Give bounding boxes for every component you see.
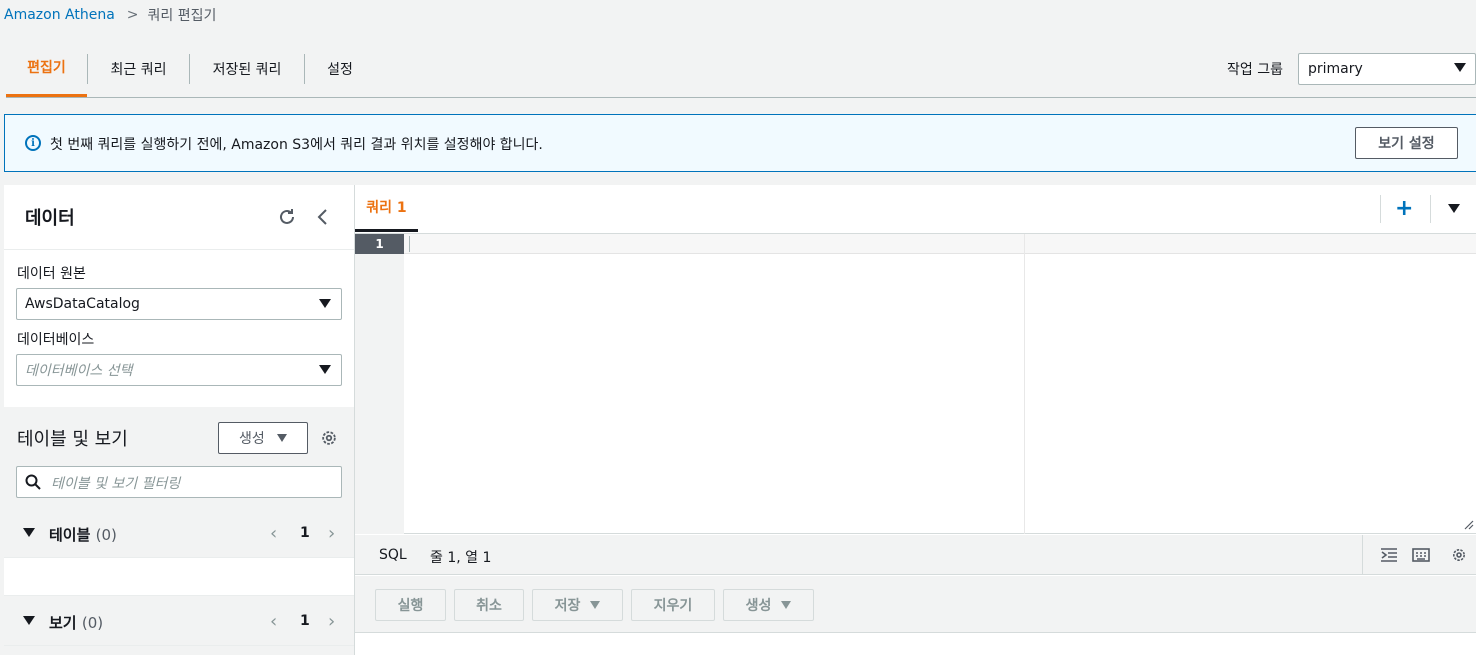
chevron-left-icon[interactable]: ‹: [270, 523, 277, 544]
views-group-header[interactable]: 보기 (0) ‹ 1 ›: [4, 596, 354, 646]
page-number: 1: [300, 613, 310, 629]
info-flashbar: i 첫 번째 쿼리를 실행하기 전에, Amazon S3에서 쿼리 결과 위치…: [4, 114, 1476, 172]
run-button[interactable]: 실행: [375, 589, 446, 621]
caret-down-icon: [1454, 63, 1466, 72]
caret-down-icon: [319, 299, 331, 308]
line-number: 1: [355, 234, 404, 254]
flash-message: 첫 번째 쿼리를 실행하기 전에, Amazon S3에서 쿼리 결과 위치를 …: [50, 137, 543, 153]
create-label: 생성: [239, 431, 265, 447]
cancel-button[interactable]: 취소: [454, 589, 524, 621]
create-button[interactable]: 생성: [723, 589, 814, 621]
table-filter-input[interactable]: 테이블 및 보기 필터링: [16, 466, 342, 498]
print-margin: [1024, 234, 1025, 534]
data-source-label: 데이터 원본: [17, 266, 86, 282]
results-area: [355, 634, 1476, 655]
workgroup-value: primary: [1308, 61, 1363, 77]
data-source-value: AwsDataCatalog: [25, 296, 140, 312]
breadcrumb-athena-link[interactable]: Amazon Athena: [4, 7, 115, 23]
query-actions: 실행 취소 저장 지우기 생성: [355, 576, 1476, 633]
cursor-position: 줄 1, 열 1: [430, 550, 492, 566]
tab-settings[interactable]: 설정: [305, 40, 375, 97]
gear-icon[interactable]: [1450, 547, 1468, 563]
text-cursor: [409, 236, 410, 252]
caret-down-icon: [23, 616, 35, 625]
sql-code-editor[interactable]: 1: [355, 234, 1476, 534]
caret-down-icon: [781, 601, 792, 609]
caret-down-icon[interactable]: [1448, 204, 1460, 213]
database-placeholder: 데이터베이스 선택: [25, 363, 133, 379]
tab-query-1[interactable]: 쿼리 1: [355, 185, 418, 232]
tables-views-title: 테이블 및 보기: [17, 429, 128, 450]
chevron-right-icon: >: [126, 7, 139, 23]
refresh-icon[interactable]: [277, 207, 297, 227]
chevron-left-icon[interactable]: ‹: [270, 611, 277, 632]
tab-saved-queries[interactable]: 저장된 쿼리: [190, 40, 304, 97]
tab-editor[interactable]: 편집기: [6, 40, 87, 97]
info-icon: i: [25, 135, 41, 151]
editor-language: SQL: [379, 547, 407, 563]
line-gutter: [355, 234, 404, 534]
database-label: 데이터베이스: [17, 332, 95, 348]
filter-placeholder: 테이블 및 보기 필터링: [51, 476, 181, 492]
query-editor-panel: 쿼리 1 + 1 SQL 줄 1, 열 1 실행 취소 저장 지우기 생성: [355, 185, 1476, 655]
caret-down-icon: [23, 528, 35, 537]
format-indent-icon[interactable]: [1380, 547, 1398, 563]
save-button[interactable]: 저장: [532, 589, 623, 621]
views-group-title: 보기 (0): [49, 614, 104, 632]
resize-handle-icon[interactable]: [1462, 518, 1474, 530]
query-tabs: 쿼리 1 +: [355, 185, 1476, 234]
data-panel-title: 데이터: [25, 208, 75, 229]
workgroup-label: 작업 그룹: [1227, 62, 1283, 78]
breadcrumb: Amazon Athena > 쿼리 편집기: [4, 5, 216, 25]
caret-down-icon: [590, 601, 601, 609]
views-section: 보기 (0) ‹ 1 ›: [4, 596, 354, 655]
tab-recent-queries[interactable]: 최근 쿼리: [88, 40, 189, 97]
gear-icon[interactable]: [320, 429, 338, 447]
plus-icon[interactable]: +: [1395, 198, 1413, 220]
workgroup-select[interactable]: primary: [1298, 53, 1476, 85]
chevron-right-icon[interactable]: ›: [328, 523, 335, 544]
editor-tools: [1362, 535, 1476, 575]
caret-down-icon: [319, 365, 331, 374]
data-panel: 데이터 데이터 원본 AwsDataCatalog 데이터베이스 데이터베이스 …: [4, 185, 355, 655]
caret-down-icon: [277, 434, 287, 442]
data-source-select[interactable]: AwsDataCatalog: [16, 288, 342, 320]
create-table-button[interactable]: 생성: [218, 422, 308, 454]
tab-divider: [1430, 195, 1431, 223]
breadcrumb-current: 쿼리 편집기: [147, 8, 217, 24]
search-icon: [25, 474, 41, 490]
database-select[interactable]: 데이터베이스 선택: [16, 354, 342, 386]
page-number: 1: [300, 525, 310, 541]
tables-list-empty: [4, 558, 354, 596]
clear-button[interactable]: 지우기: [631, 589, 715, 621]
tab-divider: [1380, 195, 1381, 223]
data-panel-header: 데이터: [4, 185, 354, 250]
tables-group-title: 테이블 (0): [49, 526, 117, 544]
editor-status-bar: SQL 줄 1, 열 1: [355, 535, 1476, 575]
active-line: [404, 234, 1476, 254]
chevron-left-icon[interactable]: [313, 207, 333, 227]
view-settings-button[interactable]: 보기 설정: [1355, 127, 1458, 159]
chevron-right-icon[interactable]: ›: [328, 611, 335, 632]
tables-group-header[interactable]: 테이블 (0) ‹ 1 ›: [4, 508, 354, 558]
keyboard-icon[interactable]: [1412, 547, 1430, 563]
